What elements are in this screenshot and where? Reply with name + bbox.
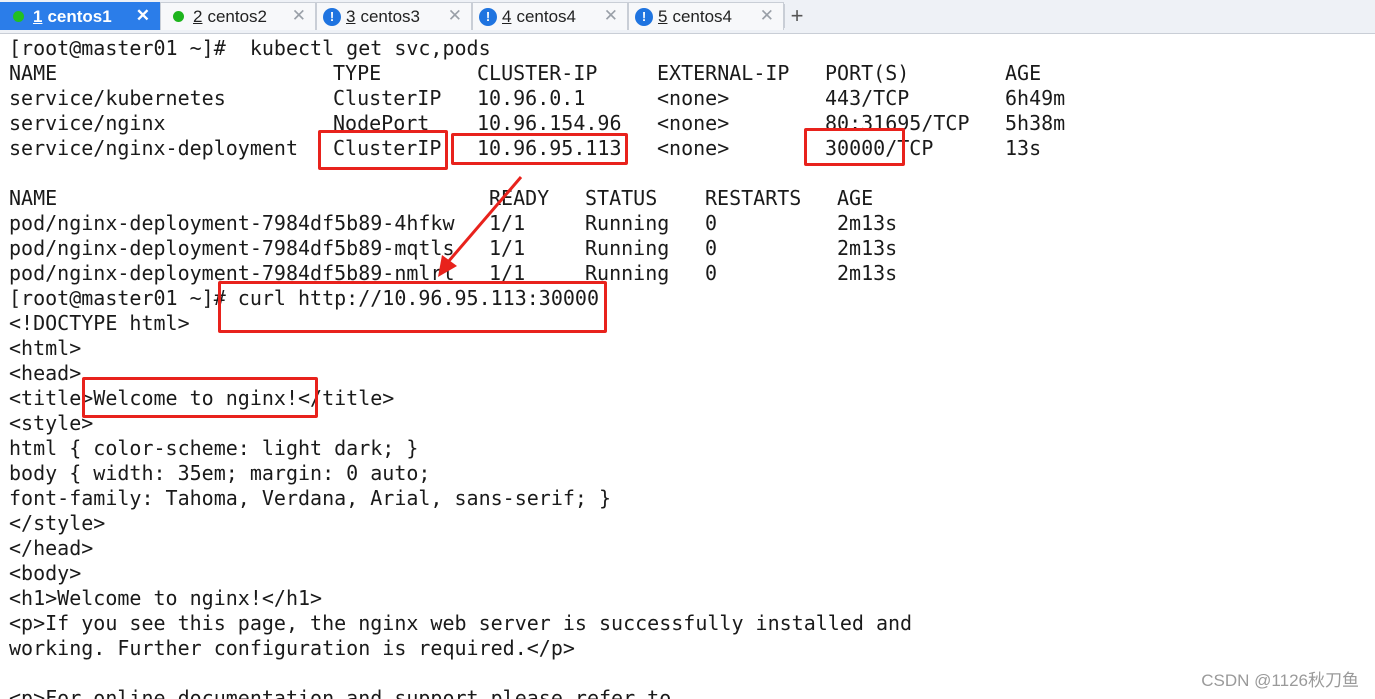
- watermark: CSDN @1126秋刀鱼: [1201, 671, 1359, 690]
- tab-centos3[interactable]: ! 3 centos3 ✕: [316, 2, 472, 30]
- output-line: <body>: [9, 561, 82, 585]
- pod-cell: pod/nginx-deployment-7984df5b89-mqtls: [9, 236, 455, 260]
- svc-header-cell: AGE: [1005, 61, 1042, 85]
- output-line: font-family: Tahoma, Verdana, Arial, san…: [9, 486, 612, 510]
- pod-cell: 0: [705, 236, 718, 260]
- svc-cell: service/nginx: [9, 111, 166, 135]
- svc-cell: <none>: [657, 86, 730, 110]
- output-line: </head>: [9, 536, 94, 560]
- pod-cell: 1/1: [489, 236, 526, 260]
- exclamation-icon: !: [323, 7, 341, 26]
- svc-cell: 443/TCP: [825, 86, 910, 110]
- svc-cell: <none>: [657, 111, 730, 135]
- output-line: working. Further configuration is requir…: [9, 636, 575, 660]
- tab-title: centos3: [360, 6, 421, 26]
- svc-header-cell: PORT(S): [825, 61, 910, 85]
- close-icon[interactable]: ✕: [604, 6, 618, 26]
- green-dot-icon: [173, 11, 184, 22]
- svc-header-cell: CLUSTER-IP: [477, 61, 598, 85]
- tab-centos1[interactable]: 1 centos1 ✕: [0, 2, 160, 30]
- output-line: <head>: [9, 361, 82, 385]
- tab-bar: 1 centos1 ✕ 2 centos2 ✕ ! 3 centos3 ✕ ! …: [0, 0, 1375, 34]
- pod-row: pod/nginx-deployment-7984df5b89-mqtls 1/…: [9, 236, 1009, 261]
- svc-cell: <none>: [657, 136, 730, 160]
- output-line: </style>: [9, 511, 106, 535]
- output-line: html { color-scheme: light dark; }: [9, 436, 419, 460]
- highlight-box-type: [318, 130, 448, 170]
- svc-header-row: NAME TYPE CLUSTER-IP EXTERNAL-IP PORT(S)…: [9, 61, 1109, 86]
- pod-cell: Running: [585, 236, 670, 260]
- close-icon[interactable]: ✕: [292, 6, 306, 26]
- pod-header-cell: RESTARTS: [705, 186, 802, 210]
- pod-cell: 0: [705, 261, 718, 285]
- output-line: <style>: [9, 411, 94, 435]
- output-line: <p>For online documentation and support …: [9, 686, 672, 699]
- svc-cell: service/kubernetes: [9, 86, 226, 110]
- output-line: <h1>Welcome to nginx!</h1>: [9, 586, 323, 610]
- terminal-output[interactable]: [root@master01 ~]# kubectl get svc,pods …: [0, 34, 1375, 699]
- tab-number: 5: [658, 6, 668, 26]
- tab-centos2[interactable]: 2 centos2 ✕: [160, 2, 316, 30]
- svc-header-cell: TYPE: [333, 61, 382, 85]
- tab-title: centos4: [516, 6, 577, 26]
- exclamation-icon: !: [479, 7, 497, 26]
- close-icon[interactable]: ✕: [760, 6, 774, 26]
- highlight-box-curl: [218, 281, 607, 333]
- tab-title: centos4: [672, 6, 733, 26]
- pod-cell: 2m13s: [837, 261, 898, 285]
- close-icon[interactable]: ✕: [136, 6, 150, 26]
- plus-icon[interactable]: +: [784, 3, 809, 28]
- tab-number: 4: [502, 6, 512, 26]
- pod-header-cell: NAME: [9, 186, 58, 210]
- pod-cell: 2m13s: [837, 211, 898, 235]
- tab-number: 3: [346, 6, 356, 26]
- svc-cell: ClusterIP: [333, 86, 442, 110]
- highlight-box-cluster-ip: [451, 133, 628, 165]
- tab-title: centos2: [207, 6, 268, 26]
- pod-cell: Running: [585, 211, 670, 235]
- command-line: [root@master01 ~]# kubectl get svc,pods: [9, 36, 491, 60]
- tab-number: 1: [33, 6, 43, 26]
- svc-cell: 6h49m: [1005, 86, 1066, 110]
- svc-cell: 10.96.0.1: [477, 86, 586, 110]
- svc-row: service/kubernetes ClusterIP 10.96.0.1 <…: [9, 86, 1109, 111]
- tab-centos4-second[interactable]: ! 5 centos4 ✕: [628, 2, 784, 30]
- svc-header-cell: EXTERNAL-IP: [657, 61, 790, 85]
- tab-title: centos1: [47, 6, 112, 26]
- pod-cell: 0: [705, 211, 718, 235]
- pod-cell: 1/1: [489, 211, 526, 235]
- pod-header-cell: READY: [489, 186, 550, 210]
- tab-number: 2: [193, 6, 203, 26]
- close-icon[interactable]: ✕: [448, 6, 462, 26]
- svc-cell: 5h38m: [1005, 111, 1066, 135]
- tab-centos4[interactable]: ! 4 centos4 ✕: [472, 2, 628, 30]
- output-line: <!DOCTYPE html>: [9, 311, 190, 335]
- svc-header-cell: NAME: [9, 61, 58, 85]
- pod-header-cell: AGE: [837, 186, 874, 210]
- output-line: <p>If you see this page, the nginx web s…: [9, 611, 913, 635]
- pod-cell: pod/nginx-deployment-7984df5b89-4hfkw: [9, 211, 455, 235]
- exclamation-icon: !: [635, 7, 653, 26]
- svc-cell: 13s: [1005, 136, 1042, 160]
- svc-cell: service/nginx-deployment: [9, 136, 298, 160]
- pod-cell: 2m13s: [837, 236, 898, 260]
- pod-row: pod/nginx-deployment-7984df5b89-4hfkw 1/…: [9, 211, 1009, 236]
- output-line: body { width: 35em; margin: 0 auto;: [9, 461, 431, 485]
- output-line: <html>: [9, 336, 82, 360]
- highlight-box-port: [804, 128, 905, 166]
- pod-header-cell: STATUS: [585, 186, 658, 210]
- green-dot-icon: [13, 11, 24, 22]
- highlight-box-title: [82, 377, 318, 418]
- pod-header-row: NAME READY STATUS RESTARTS AGE: [9, 186, 1009, 211]
